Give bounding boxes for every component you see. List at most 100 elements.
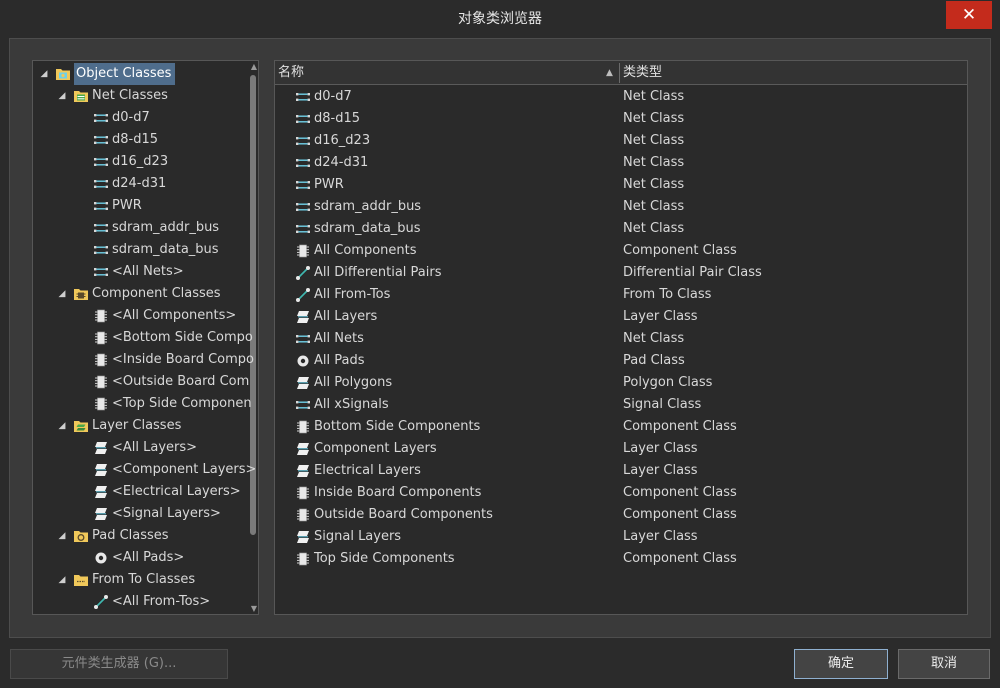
name-cell-text: Electrical Layers	[314, 463, 421, 478]
collapse-arrow-icon[interactable]: ◢	[57, 289, 67, 299]
collapse-arrow-icon[interactable]: ◢	[39, 69, 49, 79]
table-row[interactable]: Top Side Components Component Class	[275, 548, 967, 570]
tree-item[interactable]: sdram_data_bus	[93, 239, 219, 261]
close-button[interactable]: ✕	[946, 1, 992, 29]
table-row[interactable]: All xSignals Signal Class	[275, 394, 967, 416]
table-row[interactable]: d0-d7 Net Class	[275, 86, 967, 108]
tree-item[interactable]: ◢ Pad Classes	[59, 525, 169, 547]
table-row[interactable]: Outside Board Components Component Class	[275, 504, 967, 526]
table-row[interactable]: d8-d15 Net Class	[275, 108, 967, 130]
collapse-arrow-icon[interactable]: ◢	[57, 421, 67, 431]
tree-item[interactable]: <All From-Tos>	[93, 591, 210, 613]
name-cell: Component Layers	[295, 438, 437, 460]
class-type-cell: Layer Class	[623, 309, 698, 324]
table-row[interactable]: sdram_data_bus Net Class	[275, 218, 967, 240]
name-cell-text: Bottom Side Components	[314, 419, 481, 434]
table-row[interactable]: All Components Component Class	[275, 240, 967, 262]
class-type-cell: Net Class	[623, 177, 685, 192]
name-cell: All Components	[295, 240, 417, 262]
class-type-cell: Component Class	[623, 243, 737, 258]
tree-item[interactable]: <Outside Board Com	[93, 371, 249, 393]
collapse-arrow-icon[interactable]: ◢	[57, 91, 67, 101]
tree-item[interactable]: d24-d31	[93, 173, 166, 195]
name-cell-text: All Components	[314, 243, 417, 258]
pad-class-icon	[93, 550, 109, 566]
component-class-icon	[93, 308, 109, 324]
table-row[interactable]: All Differential Pairs Differential Pair …	[275, 262, 967, 284]
class-type-cell: From To Class	[623, 287, 712, 302]
tree-item[interactable]: d8-d15	[93, 129, 158, 151]
table-row[interactable]: d24-d31 Net Class	[275, 152, 967, 174]
tree-scroll-down-icon[interactable]: ▼	[251, 604, 257, 613]
table-row[interactable]: All From-Tos From To Class	[275, 284, 967, 306]
tree-item[interactable]: <Bottom Side Compo	[93, 327, 253, 349]
table-row[interactable]: Bottom Side Components Component Class	[275, 416, 967, 438]
tree-item-label: <All Nets>	[112, 264, 184, 279]
collapse-arrow-icon[interactable]: ◢	[57, 575, 67, 585]
tree-item-label: Layer Classes	[92, 418, 182, 433]
tree-item[interactable]: <All Pads>	[93, 547, 184, 569]
column-separator[interactable]	[619, 63, 620, 83]
tree-item[interactable]: d0-d7	[93, 107, 150, 129]
table-row[interactable]: Component Layers Layer Class	[275, 438, 967, 460]
tree-item[interactable]: <Top Side Componen	[93, 393, 252, 415]
tree-item[interactable]: ◢ Object Classes	[41, 63, 176, 85]
table-row[interactable]: All Nets Net Class	[275, 328, 967, 350]
net-class-icon	[93, 176, 109, 192]
tree-item[interactable]: ◢ Layer Classes	[59, 415, 182, 437]
tree-scroll-up-icon[interactable]: ▲	[251, 62, 257, 71]
layer-class-icon	[295, 529, 311, 545]
tree-item[interactable]: PWR	[93, 195, 142, 217]
class-tree[interactable]: ▲ ▼ ◢ Object Classes ◢ Net Classes d0-d7 d8-d…	[32, 60, 259, 615]
tree-item[interactable]: <All Nets>	[93, 261, 184, 283]
tree-item[interactable]: ◢ From To Classes	[59, 569, 196, 591]
class-type-cell: Signal Class	[623, 397, 702, 412]
ok-button[interactable]: 确定	[794, 649, 888, 679]
tree-item[interactable]: ◢ Component Classes	[59, 283, 221, 305]
table-row[interactable]: Electrical Layers Layer Class	[275, 460, 967, 482]
tree-item[interactable]: <All Layers>	[93, 437, 197, 459]
collapse-arrow-icon[interactable]: ◢	[57, 531, 67, 541]
tree-item[interactable]: <Inside Board Compo	[93, 349, 254, 371]
column-header-class-type[interactable]: 类类型	[623, 61, 662, 85]
table-row[interactable]: All Layers Layer Class	[275, 306, 967, 328]
name-cell-text: sdram_addr_bus	[314, 199, 422, 214]
cancel-button[interactable]: 取消	[898, 649, 990, 679]
net-class-icon	[295, 221, 311, 237]
class-grid: 名称 ▲ 类类型 d0-d7 Net Class d8-d15 Net Class d1…	[274, 60, 968, 615]
name-cell-text: d0-d7	[314, 89, 352, 104]
component-class-icon	[93, 352, 109, 368]
net-class-icon	[295, 397, 311, 413]
name-cell-text: All Pads	[314, 353, 365, 368]
column-header-name[interactable]: 名称	[278, 61, 304, 85]
tree-item[interactable]: <Component Layers>	[93, 459, 256, 481]
table-row[interactable]: sdram_addr_bus Net Class	[275, 196, 967, 218]
class-type-cell: Component Class	[623, 485, 737, 500]
table-row[interactable]: All Pads Pad Class	[275, 350, 967, 372]
fromto-class-icon	[93, 594, 109, 610]
tree-item-label: Component Classes	[92, 286, 221, 301]
name-cell: All Pads	[295, 350, 365, 372]
net-class-icon	[295, 133, 311, 149]
table-row[interactable]: Signal Layers Layer Class	[275, 526, 967, 548]
table-row[interactable]: Inside Board Components Component Class	[275, 482, 967, 504]
tree-item-label: <All Components>	[112, 308, 237, 323]
net-class-icon	[295, 111, 311, 127]
tree-item[interactable]: <Signal Layers>	[93, 503, 221, 525]
net-class-icon	[93, 110, 109, 126]
tree-item[interactable]: d16_d23	[93, 151, 168, 173]
table-row[interactable]: PWR Net Class	[275, 174, 967, 196]
class-type-cell: Differential Pair Class	[623, 265, 762, 280]
tree-item[interactable]: ◢ Net Classes	[59, 85, 168, 107]
net-classes-folder-icon	[73, 88, 89, 104]
tree-item[interactable]: <Electrical Layers>	[93, 481, 241, 503]
name-cell-text: Top Side Components	[314, 551, 455, 566]
tree-item[interactable]: <All Components>	[93, 305, 236, 327]
layer-class-icon	[295, 441, 311, 457]
table-row[interactable]: d16_d23 Net Class	[275, 130, 967, 152]
component-class-icon	[93, 374, 109, 390]
tree-item[interactable]: sdram_addr_bus	[93, 217, 219, 239]
fromto-class-icon	[295, 287, 311, 303]
name-cell: Electrical Layers	[295, 460, 421, 482]
table-row[interactable]: All Polygons Polygon Class	[275, 372, 967, 394]
